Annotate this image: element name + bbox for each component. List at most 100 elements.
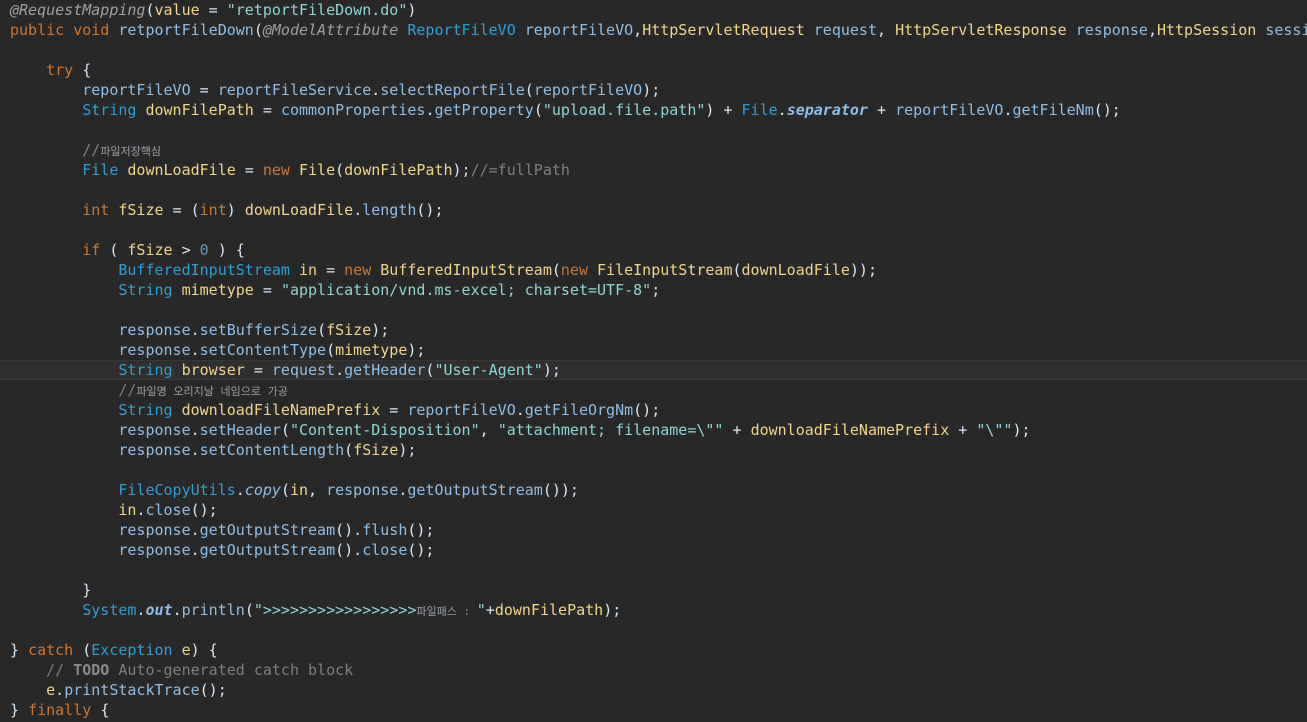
code-token: . xyxy=(371,81,381,99)
code-line[interactable]: try { xyxy=(0,60,1307,80)
code-line[interactable] xyxy=(0,40,1307,60)
code-token: ( xyxy=(253,21,263,39)
code-line[interactable]: int fSize = (int) downLoadFile.length(); xyxy=(0,200,1307,220)
code-line[interactable]: response.setContentLength(fSize); xyxy=(0,440,1307,460)
code-token: session xyxy=(1265,21,1307,39)
code-editor[interactable]: @RequestMapping(value = "retportFileDown… xyxy=(0,0,1307,722)
code-token: HttpSession xyxy=(1156,21,1266,39)
code-token: reportFileVO xyxy=(10,81,191,99)
code-token: close xyxy=(145,501,191,519)
code-token: Auto-generated catch block xyxy=(109,661,354,679)
code-token: . xyxy=(190,421,200,439)
code-token: (). xyxy=(335,521,363,539)
code-token: ( xyxy=(524,81,534,99)
code-token: getFileOrgNm xyxy=(524,401,634,419)
code-token: ( xyxy=(244,601,254,619)
code-token: getOutputStream xyxy=(199,541,336,559)
code-token: setContentLength xyxy=(199,441,345,459)
code-line[interactable]: response.getOutputStream().flush(); xyxy=(0,520,1307,540)
code-line[interactable] xyxy=(0,300,1307,320)
code-line[interactable]: public void retportFileDown(@ModelAttrib… xyxy=(0,20,1307,40)
code-line[interactable]: String downFilePath = commonProperties. g… xyxy=(0,100,1307,120)
code-token: copy xyxy=(244,481,281,499)
code-token: ( xyxy=(551,261,561,279)
code-token: reportFileVO xyxy=(524,21,634,39)
code-token: ); xyxy=(642,81,661,99)
code-line[interactable]: // TODO Auto-generated catch block xyxy=(0,660,1307,680)
code-token: getOutputStream xyxy=(199,521,336,539)
code-line[interactable]: in.close(); xyxy=(0,500,1307,520)
code-token: ); xyxy=(452,161,471,179)
code-token: "retportFileDown.do" xyxy=(226,1,408,19)
code-token: (); xyxy=(633,401,661,419)
code-line[interactable]: response.setBufferSize(fSize); xyxy=(0,320,1307,340)
code-token: getOutputStream xyxy=(407,481,543,499)
code-token: getProperty xyxy=(434,101,534,119)
code-token: selectReportFile xyxy=(380,81,525,99)
code-token: downloadFileNamePrefix xyxy=(181,401,381,419)
code-token: + xyxy=(723,421,751,439)
code-token: (); xyxy=(407,521,435,539)
code-line[interactable]: File downLoadFile = new File(downFilePat… xyxy=(0,160,1307,180)
code-token: = xyxy=(199,1,227,19)
code-token: reportFileVO xyxy=(407,401,516,419)
code-token: ); xyxy=(603,601,622,619)
code-token: reportFileVO xyxy=(533,81,643,99)
code-token: HttpServletRequest xyxy=(642,21,814,39)
code-token: response xyxy=(10,441,191,459)
code-line[interactable]: String browser = request.getHeader("User… xyxy=(0,360,1307,380)
code-line[interactable] xyxy=(0,560,1307,580)
code-token: if xyxy=(10,241,110,259)
code-token: ); xyxy=(398,441,417,459)
code-line[interactable]: e.printStackTrace(); xyxy=(0,680,1307,700)
code-token: ); xyxy=(371,321,390,339)
code-line[interactable]: String downloadFileNamePrefix = reportFi… xyxy=(0,400,1307,420)
code-line[interactable]: reportFileVO = reportFileService.selectR… xyxy=(0,80,1307,100)
code-line[interactable]: @RequestMapping(value = "retportFileDown… xyxy=(0,0,1307,20)
code-token: ()); xyxy=(542,481,579,499)
code-token: length xyxy=(362,201,417,219)
code-token: } xyxy=(10,701,29,719)
code-line[interactable]: BufferedInputStream in = new BufferedInp… xyxy=(0,260,1307,280)
code-token: 0 xyxy=(199,241,209,259)
code-line[interactable]: if ( fSize > 0 ) { xyxy=(0,240,1307,260)
code-line[interactable]: } catch (Exception e) { xyxy=(0,640,1307,660)
code-token: , xyxy=(877,21,896,39)
code-token: getHeader xyxy=(344,361,426,379)
code-token: fSize xyxy=(353,441,399,459)
code-token: ) + xyxy=(705,101,742,119)
code-token: ( xyxy=(344,441,354,459)
code-line[interactable] xyxy=(0,180,1307,200)
code-line[interactable] xyxy=(0,120,1307,140)
code-token: flush xyxy=(362,521,408,539)
code-token: setContentType xyxy=(199,341,327,359)
code-token: ( xyxy=(732,261,742,279)
code-token: close xyxy=(362,541,408,559)
code-line[interactable]: System.out.println(">>>>>>>>>>>>>>>>>파일패… xyxy=(0,600,1307,620)
code-token: . xyxy=(235,481,245,499)
code-line[interactable]: FileCopyUtils.copy(in, response.getOutpu… xyxy=(0,480,1307,500)
code-token: downloadFileNamePrefix xyxy=(750,421,950,439)
code-line[interactable] xyxy=(0,220,1307,240)
code-token: fSize xyxy=(118,201,164,219)
code-line[interactable]: } finally { xyxy=(0,700,1307,720)
code-line[interactable] xyxy=(0,620,1307,640)
code-line[interactable]: //파일저장핵심 xyxy=(0,140,1307,160)
code-token: downLoadFile xyxy=(127,161,236,179)
code-token: ( xyxy=(145,1,155,19)
code-token: e xyxy=(10,681,56,699)
code-line[interactable]: } xyxy=(0,580,1307,600)
code-token: out xyxy=(145,601,173,619)
code-token: = xyxy=(190,81,218,99)
code-line[interactable] xyxy=(0,460,1307,480)
code-token: (); xyxy=(1093,101,1121,119)
code-token: . xyxy=(335,361,345,379)
code-token: new xyxy=(560,261,598,279)
code-line[interactable]: response.setHeader("Content-Disposition"… xyxy=(0,420,1307,440)
code-line[interactable]: //파일명 오리지날 네임으로 가공 xyxy=(0,380,1307,400)
code-line[interactable]: response.getOutputStream().close(); xyxy=(0,540,1307,560)
code-token: reportFileService xyxy=(217,81,372,99)
code-line[interactable]: String mimetype = "application/vnd.ms-ex… xyxy=(0,280,1307,300)
code-token: e xyxy=(181,641,191,659)
code-line[interactable]: response.setContentType(mimetype); xyxy=(0,340,1307,360)
